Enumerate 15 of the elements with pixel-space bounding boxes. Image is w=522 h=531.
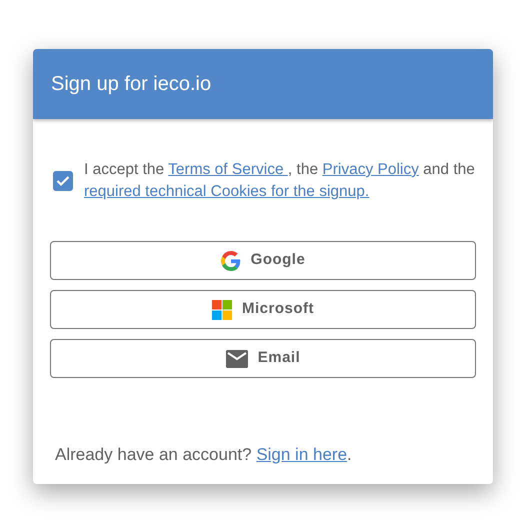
windows-logo-icon — [212, 300, 232, 320]
consent-link[interactable]: Terms of Service — [168, 161, 288, 178]
consent-link[interactable]: required technical Cookies for the signup. — [84, 183, 370, 200]
sign-up-button[interactable]: Microsoft — [50, 290, 476, 329]
consent-link[interactable]: Privacy Policy — [322, 161, 419, 178]
consent-text: I accept the Terms of Service , the Privacy Policy and the required technical Cookies for the signup. — [84, 160, 476, 202]
envelope-icon — [226, 350, 248, 368]
sign-up-button[interactable]: Google — [50, 241, 476, 280]
google-g-icon — [220, 250, 241, 270]
dialog-title: Sign up for ieco.io — [51, 72, 212, 97]
sign-up-button[interactable]: Email — [50, 339, 476, 378]
footer-text: Already have an account? Sign in here. — [55, 444, 353, 466]
consent-checkbox[interactable] — [53, 171, 73, 191]
sign-in-link[interactable]: Sign in here — [256, 444, 348, 464]
checkmark-icon — [56, 175, 70, 187]
